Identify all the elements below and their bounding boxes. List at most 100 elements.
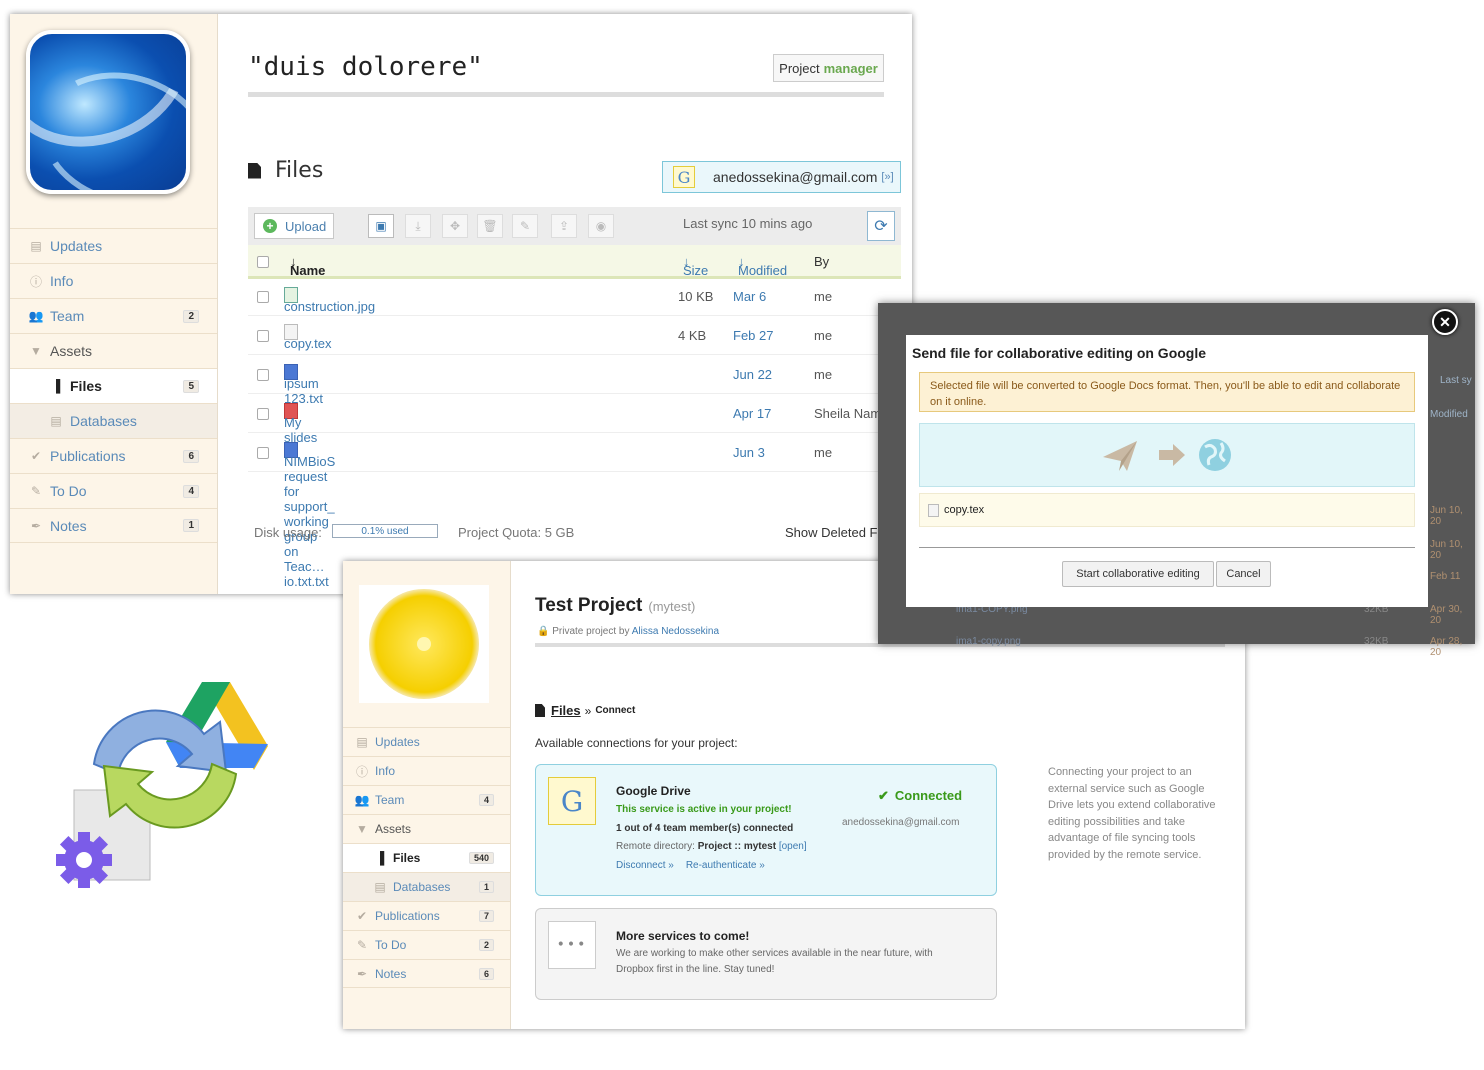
refresh-icon: ⟳ xyxy=(874,218,888,235)
info-icon: ⓘ xyxy=(29,274,42,289)
project-logo xyxy=(26,30,190,194)
bg-text: Jun 10, 20 xyxy=(1430,539,1463,561)
table-header: Name ↓ Size ↓ Modified ↓ By xyxy=(248,245,901,279)
lock-icon: 🔒 xyxy=(537,626,550,637)
sidebar-item-team[interactable]: 👥 Team 2 xyxy=(10,298,217,333)
row-checkbox[interactable] xyxy=(257,447,269,459)
sidebar-item-updates[interactable]: ▤ Updates xyxy=(343,727,510,756)
count-badge: 6 xyxy=(478,967,494,980)
connect-description: Connecting your project to an external s… xyxy=(1048,766,1216,861)
row-checkbox[interactable] xyxy=(257,330,269,342)
show-deleted-link[interactable]: Show Deleted F xyxy=(785,525,878,540)
tex-file-icon xyxy=(928,503,939,517)
disk-usage-label: Disk usage: xyxy=(254,525,322,540)
sidebar-item-info[interactable]: ⓘ Info xyxy=(343,756,510,785)
chevron-down-icon: ▼ xyxy=(356,822,368,836)
service-name: Google Drive xyxy=(616,784,691,798)
sidebar-item-todo[interactable]: ✎ To Do 4 xyxy=(10,473,217,508)
google-g-icon: G xyxy=(548,777,596,825)
edit-button[interactable]: ✎ xyxy=(512,214,538,238)
row-checkbox[interactable] xyxy=(257,369,269,381)
team-icon: 👥 xyxy=(354,793,370,807)
external-link[interactable]: [»] xyxy=(881,171,893,183)
share-button[interactable]: ⇪ xyxy=(551,214,577,238)
breadcrumb-files[interactable]: Files xyxy=(551,703,581,718)
count-badge: 7 xyxy=(478,910,494,922)
bg-text: Feb 11 xyxy=(1430,571,1461,582)
file-link[interactable]: copy.tex xyxy=(284,324,331,351)
cancel-button[interactable]: Cancel xyxy=(1216,561,1271,587)
sidebar-item-assets[interactable]: ▼ Assets xyxy=(343,814,510,843)
refresh-button[interactable]: ⟳ xyxy=(867,211,895,241)
download-button[interactable]: ⤓ xyxy=(405,214,431,238)
column-modified[interactable]: Modified ↓ xyxy=(738,254,787,278)
table-row[interactable]: My slides Apr 17 Sheila Nam xyxy=(248,394,901,445)
table-row[interactable]: copy.tex 4 KB Feb 27 me xyxy=(248,316,901,355)
more-text-2: Dropbox first in the line. Stay tuned! xyxy=(616,964,775,975)
edit-icon: ✎ xyxy=(519,219,531,233)
bg-text: Jun 10, 20 xyxy=(1430,505,1463,527)
sidebar-item-publications[interactable]: ✔ Publications 6 xyxy=(10,438,217,473)
delete-button[interactable]: 🗑 xyxy=(477,214,503,238)
reauthenticate-link[interactable]: Re-authenticate » xyxy=(686,860,765,871)
open-link[interactable]: [open] xyxy=(779,841,807,852)
move-button[interactable]: ✥ xyxy=(442,214,468,238)
database-icon: ▤ xyxy=(50,414,62,428)
sidebar-item-updates[interactable]: ▤ Updates xyxy=(10,228,217,263)
members-text: 1 out of 4 team member(s) connected xyxy=(616,823,794,834)
dialog-divider xyxy=(919,547,1415,548)
updates-icon: ▤ xyxy=(30,239,42,253)
row-checkbox[interactable] xyxy=(257,291,269,303)
file-link[interactable]: NIMBioS request for support_ working gro… xyxy=(284,442,335,589)
file-modified: Jun 3 xyxy=(733,445,765,460)
sidebar-item-assets[interactable]: ▼ Assets xyxy=(10,333,217,368)
select-all-checkbox[interactable] xyxy=(257,256,269,268)
todo-icon: ✎ xyxy=(30,484,42,498)
row-checkbox[interactable] xyxy=(257,408,269,420)
file-owner: me xyxy=(814,289,833,304)
file-link[interactable]: My slides xyxy=(284,403,317,445)
close-icon[interactable]: ✕ xyxy=(1432,309,1458,335)
column-size[interactable]: Size ↓ xyxy=(683,254,708,278)
preview-button[interactable]: ◉ xyxy=(588,214,614,238)
column-name[interactable]: Name ↓ xyxy=(290,254,325,278)
table-row[interactable]: NIMBioS request for support_ working gro… xyxy=(248,433,901,589)
card-actions: Disconnect » Re-authenticate » xyxy=(616,860,765,871)
sidebar-item-notes[interactable]: ✒ Notes 6 xyxy=(343,959,510,988)
upload-button[interactable]: + Upload xyxy=(254,213,334,239)
disconnect-link[interactable]: Disconnect » xyxy=(616,860,674,871)
folder-plus-icon: ▣ xyxy=(375,219,387,233)
more-text-1: We are working to make other services av… xyxy=(616,948,933,959)
page-title: Test Project (mytest) xyxy=(535,595,696,616)
file-link[interactable]: ipsum 123.txt xyxy=(284,364,323,406)
count-badge: 2 xyxy=(183,309,199,323)
sidebar-item-team[interactable]: 👥 Team 4 xyxy=(343,785,510,814)
sidebar-item-todo[interactable]: ✎ To Do 2 xyxy=(343,930,510,959)
column-by: By xyxy=(814,254,830,269)
check-icon: ✔ xyxy=(878,788,889,803)
sidebar-item-publications[interactable]: ✔ Publications 7 xyxy=(343,901,510,930)
sidebar-item-databases[interactable]: ▤ Databases 1 xyxy=(343,872,510,901)
file-size: 4 KB xyxy=(678,328,707,343)
sidebar-item-files[interactable]: ▐ Files 5 xyxy=(10,368,217,403)
page-title: "duis dolorere" xyxy=(248,52,483,82)
sidebar-item-databases[interactable]: ▤ Databases xyxy=(10,403,217,438)
sidebar-item-info[interactable]: ⓘ Info xyxy=(10,263,217,298)
table-row[interactable]: ipsum 123.txt Jun 22 me xyxy=(248,355,901,406)
plus-icon: + xyxy=(263,219,277,233)
owner-link[interactable]: Alissa Nedossekina xyxy=(632,626,719,637)
sidebar-item-files[interactable]: ▐ Files 540 xyxy=(343,843,510,872)
new-folder-button[interactable]: ▣ xyxy=(368,214,394,238)
google-account-box[interactable]: Ganedossekina@gmail.com [»] xyxy=(662,161,901,193)
file-icon: ▐ xyxy=(51,379,61,393)
file-link[interactable]: construction.jpg xyxy=(284,287,375,314)
connected-email: anedossekina@gmail.com xyxy=(842,817,960,828)
sidebar-item-notes[interactable]: ✒ Notes 1 xyxy=(10,508,217,543)
bg-text: Apr 28, 20 xyxy=(1430,636,1463,658)
file-owner: me xyxy=(814,328,833,343)
sync-artwork xyxy=(56,682,268,888)
updates-icon: ▤ xyxy=(356,735,368,749)
start-collaborative-editing-button[interactable]: Start collaborative editing xyxy=(1062,561,1214,587)
table-row[interactable]: construction.jpg 10 KB Mar 6 me xyxy=(248,277,901,316)
sidebar: ▤ Updates ⓘ Info 👥 Team 4 ▼ Assets ▐ Files 540 … xyxy=(343,561,511,1029)
